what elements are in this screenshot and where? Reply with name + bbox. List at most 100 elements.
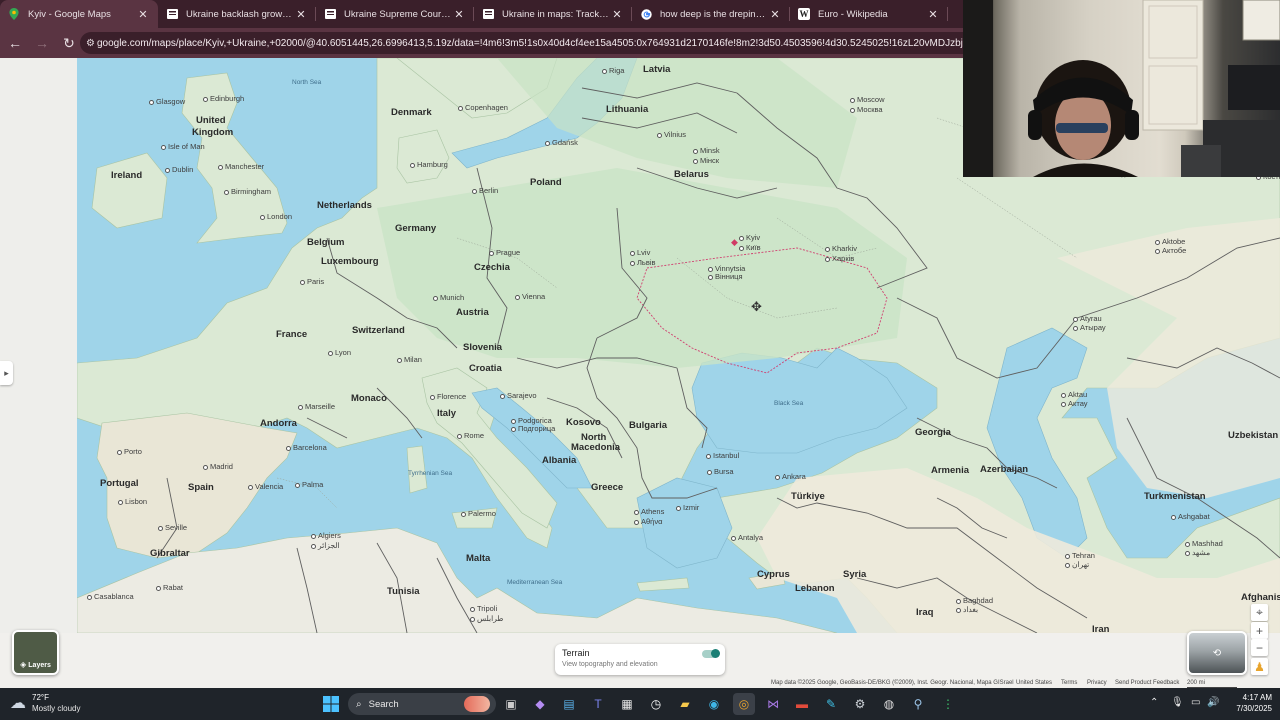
map-city-label[interactable]: Riga	[602, 67, 624, 75]
map-country-label[interactable]: Iraq	[916, 608, 933, 618]
map-city-label[interactable]: Barcelona	[286, 444, 327, 452]
map-city-label[interactable]: Αθήνα	[634, 518, 662, 526]
map-city-label[interactable]: Актау	[1061, 400, 1088, 408]
map-city-label[interactable]: Madrid	[203, 463, 233, 471]
layers-button[interactable]: ◈ Layers	[12, 630, 59, 675]
map-city-label[interactable]: Актобе	[1155, 247, 1186, 255]
map-city-label[interactable]: Мінск	[693, 157, 719, 165]
tab-ukraine-backlash[interactable]: Ukraine backlash grows after Ze ✕	[158, 0, 316, 28]
close-tab-icon[interactable]: ✕	[768, 8, 782, 21]
map-country-label[interactable]: Albania	[542, 456, 576, 466]
map-city-label[interactable]: Ashgabat	[1171, 513, 1210, 521]
map-country-label[interactable]: Germany	[395, 224, 436, 234]
map-city-label[interactable]: Baghdad	[956, 597, 993, 605]
map-city-label[interactable]: Kharkiv	[825, 245, 857, 253]
map-water-label[interactable]: Black Sea	[774, 400, 803, 408]
settings-button[interactable]: ⚙	[849, 693, 871, 715]
my-location-button[interactable]: ⌖	[1251, 604, 1268, 621]
map-city-label[interactable]: Manchester	[218, 163, 264, 171]
map-water-label[interactable]: Tyrrhenian Sea	[408, 470, 452, 478]
clock-app-button[interactable]: ◷	[645, 693, 667, 715]
map-city-label[interactable]: Antalya	[731, 534, 763, 542]
map-city-label[interactable]: Marseille	[298, 403, 335, 411]
file-explorer-button[interactable]: ▰	[674, 693, 696, 715]
start-button[interactable]	[320, 693, 342, 715]
app-button[interactable]: ⋮	[937, 693, 959, 715]
map-country-label[interactable]: Kosovo	[566, 418, 601, 428]
map-country-label[interactable]: Syria	[843, 570, 866, 580]
forward-arrow-icon[interactable]: →	[30, 31, 54, 55]
map-city-label[interactable]: Rabat	[156, 584, 183, 592]
map-country-label[interactable]: Monaco	[351, 394, 387, 404]
sticky-notes-button[interactable]: ✎	[820, 693, 842, 715]
map-country-label[interactable]: Ireland	[111, 171, 142, 181]
tab-ukraine-supreme-court[interactable]: Ukraine Supreme Court head h ✕	[316, 0, 474, 28]
map-city-label[interactable]: Atyrau	[1073, 315, 1102, 323]
map-country-label[interactable]: Cyprus	[757, 570, 790, 580]
map-city-label[interactable]: Prague	[489, 249, 520, 257]
expand-side-panel-button[interactable]: ▸	[0, 361, 13, 385]
map-country-label[interactable]: Türkiye	[791, 492, 825, 502]
map-country-label[interactable]: Macedonia	[571, 443, 620, 453]
edge-button[interactable]: ◉	[703, 693, 725, 715]
task-view-button[interactable]: ▣	[500, 693, 522, 715]
map-city-label[interactable]: بغداد	[956, 606, 978, 614]
map-city-label[interactable]: Moscow	[850, 96, 885, 104]
region-link[interactable]: United States	[1016, 680, 1052, 688]
zoom-in-button[interactable]: +	[1251, 622, 1268, 639]
map-country-label[interactable]: Malta	[466, 554, 490, 564]
map-city-label[interactable]: Tripoli	[470, 605, 497, 613]
map-water-label[interactable]: North Sea	[292, 79, 321, 87]
map-country-label[interactable]: Latvia	[643, 65, 670, 75]
photos-button[interactable]: ▤	[558, 693, 580, 715]
map-country-label[interactable]: Italy	[437, 409, 456, 419]
terrain-toggle-card[interactable]: Terrain View topography and elevation	[555, 644, 725, 675]
map-city-label[interactable]: Porto	[117, 448, 142, 456]
map-city-label[interactable]: Vilnius	[657, 131, 686, 139]
map-city-label[interactable]: Casablanca	[87, 593, 134, 601]
map-city-label[interactable]: Edinburgh	[203, 95, 244, 103]
feedback-link[interactable]: Send Product Feedback	[1115, 680, 1179, 688]
privacy-link[interactable]: Privacy	[1087, 680, 1107, 688]
copilot-button[interactable]: ◆	[529, 693, 551, 715]
map-city-label[interactable]: Munich	[433, 294, 464, 302]
teams-button[interactable]: T	[587, 693, 609, 715]
display-icon[interactable]: ▭	[1191, 697, 1200, 708]
map-country-label[interactable]: Croatia	[469, 364, 502, 374]
map-city-label[interactable]: Isle of Man	[161, 143, 205, 151]
map-city-label[interactable]: Istanbul	[706, 452, 739, 460]
weather-widget[interactable]: ☁ 72°F Mostly cloudy	[10, 693, 80, 713]
close-tab-icon[interactable]: ✕	[610, 8, 624, 21]
map-city-label[interactable]: Mashhad	[1185, 540, 1223, 548]
map-city-label[interactable]: Aktobe	[1155, 238, 1185, 246]
map-country-label[interactable]: Greece	[591, 483, 623, 493]
map-country-label[interactable]: Slovenia	[463, 343, 502, 353]
map-city-label[interactable]: Харків	[825, 255, 854, 263]
map-city-label[interactable]: Dublin	[165, 166, 193, 174]
map-city-label[interactable]: Glasgow	[149, 98, 185, 106]
close-tab-icon[interactable]: ✕	[136, 8, 150, 21]
map-city-label[interactable]: Ankara	[775, 473, 806, 481]
show-hidden-icons-chevron-icon[interactable]: ⌃	[1150, 697, 1158, 708]
map-city-label[interactable]: Palma	[295, 481, 323, 489]
map-city-label[interactable]: Birmingham	[224, 188, 271, 196]
map-country-label[interactable]: France	[276, 330, 307, 340]
taskbar-search[interactable]: ⌕ Search	[348, 693, 496, 715]
map-city-label[interactable]: Hamburg	[410, 161, 448, 169]
map-city-label[interactable]: Tehran	[1065, 552, 1095, 560]
map-country-label[interactable]: Tunisia	[387, 587, 420, 597]
map-city-label[interactable]: Aktau	[1061, 391, 1087, 399]
map-country-label[interactable]: Armenia	[931, 466, 969, 476]
zoom-out-button[interactable]: −	[1251, 639, 1268, 656]
map-country-label[interactable]: Austria	[456, 308, 489, 318]
map-city-label[interactable]: Izmir	[676, 504, 699, 512]
map-water-label[interactable]: Mediterranean Sea	[507, 579, 562, 587]
map-city-label[interactable]: Berlin	[472, 187, 498, 195]
map-country-label[interactable]: Turkmenistan	[1144, 492, 1206, 502]
map-country-label[interactable]: Afghanis	[1241, 593, 1280, 603]
tab-drepiner-river-search[interactable]: how deep is the drepiner river ✕	[632, 0, 790, 28]
map-country-label[interactable]: Kingdom	[192, 128, 233, 138]
close-tab-icon[interactable]: ✕	[926, 8, 940, 21]
map-country-label[interactable]: Belarus	[674, 170, 709, 180]
map-city-label[interactable]: Seville	[158, 524, 187, 532]
